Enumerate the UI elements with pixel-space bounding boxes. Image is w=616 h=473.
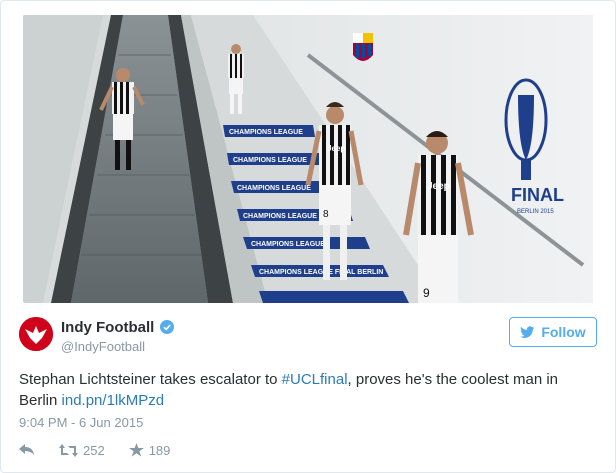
favorite-count: 189	[148, 442, 171, 458]
timestamp[interactable]: 9:04 PM - 6 Jun 2015	[19, 415, 143, 430]
follow-label: Follow	[541, 324, 586, 340]
shirt-sponsor-text-2: Jeep	[427, 181, 450, 192]
svg-text:CHAMPIONS LEAGUE: CHAMPIONS LEAGUE	[243, 213, 317, 220]
svg-text:CHAMPIONS LEAGUE: CHAMPIONS LEAGUE	[233, 157, 307, 164]
follow-button[interactable]: Follow	[509, 317, 597, 347]
tweet-header: Indy Football @IndyFootball Follow	[19, 315, 597, 357]
hashtag-link[interactable]: #UCLfinal	[282, 371, 348, 388]
author-name[interactable]: Indy Football	[61, 319, 175, 336]
author-name-text: Indy Football	[61, 319, 155, 336]
svg-text:CHAMPIONS LEAGUE: CHAMPIONS LEAGUE	[237, 185, 311, 192]
svg-text:CHAMPIONS LEAGUE: CHAMPIONS LEAGUE	[251, 241, 325, 248]
shirt-sponsor-text: Jeep	[327, 144, 345, 153]
avatar[interactable]	[19, 317, 53, 351]
eagle-logo-icon	[19, 317, 53, 351]
tweet-text-start: Stephan Lichtsteiner takes escalator to	[19, 371, 282, 388]
tweet-card: CHAMPIONS LEAGUE CHAMPIONS LEAGUE CHAMPI…	[0, 0, 616, 473]
final-sign-text: FINAL	[511, 185, 564, 205]
tweet-text: Stephan Lichtsteiner takes escalator to …	[19, 369, 579, 411]
shirt-number: 8	[323, 209, 329, 220]
svg-text:CHAMPIONS LEAGUE: CHAMPIONS LEAGUE	[229, 129, 303, 136]
verified-icon	[160, 320, 175, 334]
favorite-icon	[128, 443, 144, 457]
reply-icon	[19, 444, 34, 455]
tweet-actions: 252 189	[19, 441, 194, 459]
reply-button[interactable]	[19, 444, 35, 456]
url-link[interactable]: ind.pn/1lkMPzd	[62, 392, 165, 409]
author-handle[interactable]: @IndyFootball	[61, 339, 145, 354]
twitter-bird-icon	[520, 325, 535, 338]
shirt-number-2: 9	[423, 286, 430, 300]
svg-text:CHAMPIONS LEAGUE FINAL BERLIN: CHAMPIONS LEAGUE FINAL BERLIN	[259, 269, 383, 276]
tweet-photo[interactable]: CHAMPIONS LEAGUE CHAMPIONS LEAGUE CHAMPI…	[23, 15, 593, 303]
favorite-button[interactable]: 189	[128, 442, 171, 458]
escalator-scene-image: CHAMPIONS LEAGUE CHAMPIONS LEAGUE CHAMPI…	[23, 15, 593, 303]
final-sign-subtitle: BERLIN 2015	[517, 209, 554, 215]
retweet-icon	[59, 443, 78, 457]
retweet-count: 252	[83, 442, 105, 458]
retweet-button[interactable]: 252	[59, 443, 105, 458]
